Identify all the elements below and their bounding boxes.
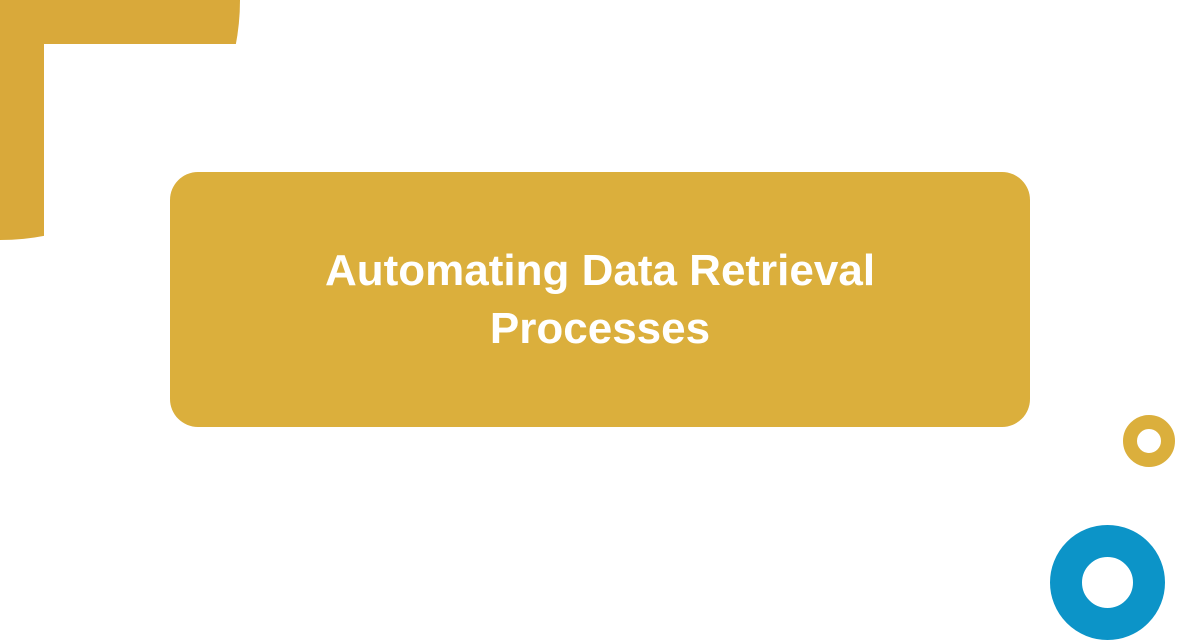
page-title: Automating Data Retrieval Processes — [230, 242, 970, 356]
title-card: Automating Data Retrieval Processes — [170, 172, 1030, 427]
decorative-ring-small — [1123, 415, 1175, 467]
decorative-ring-large — [1050, 525, 1165, 640]
